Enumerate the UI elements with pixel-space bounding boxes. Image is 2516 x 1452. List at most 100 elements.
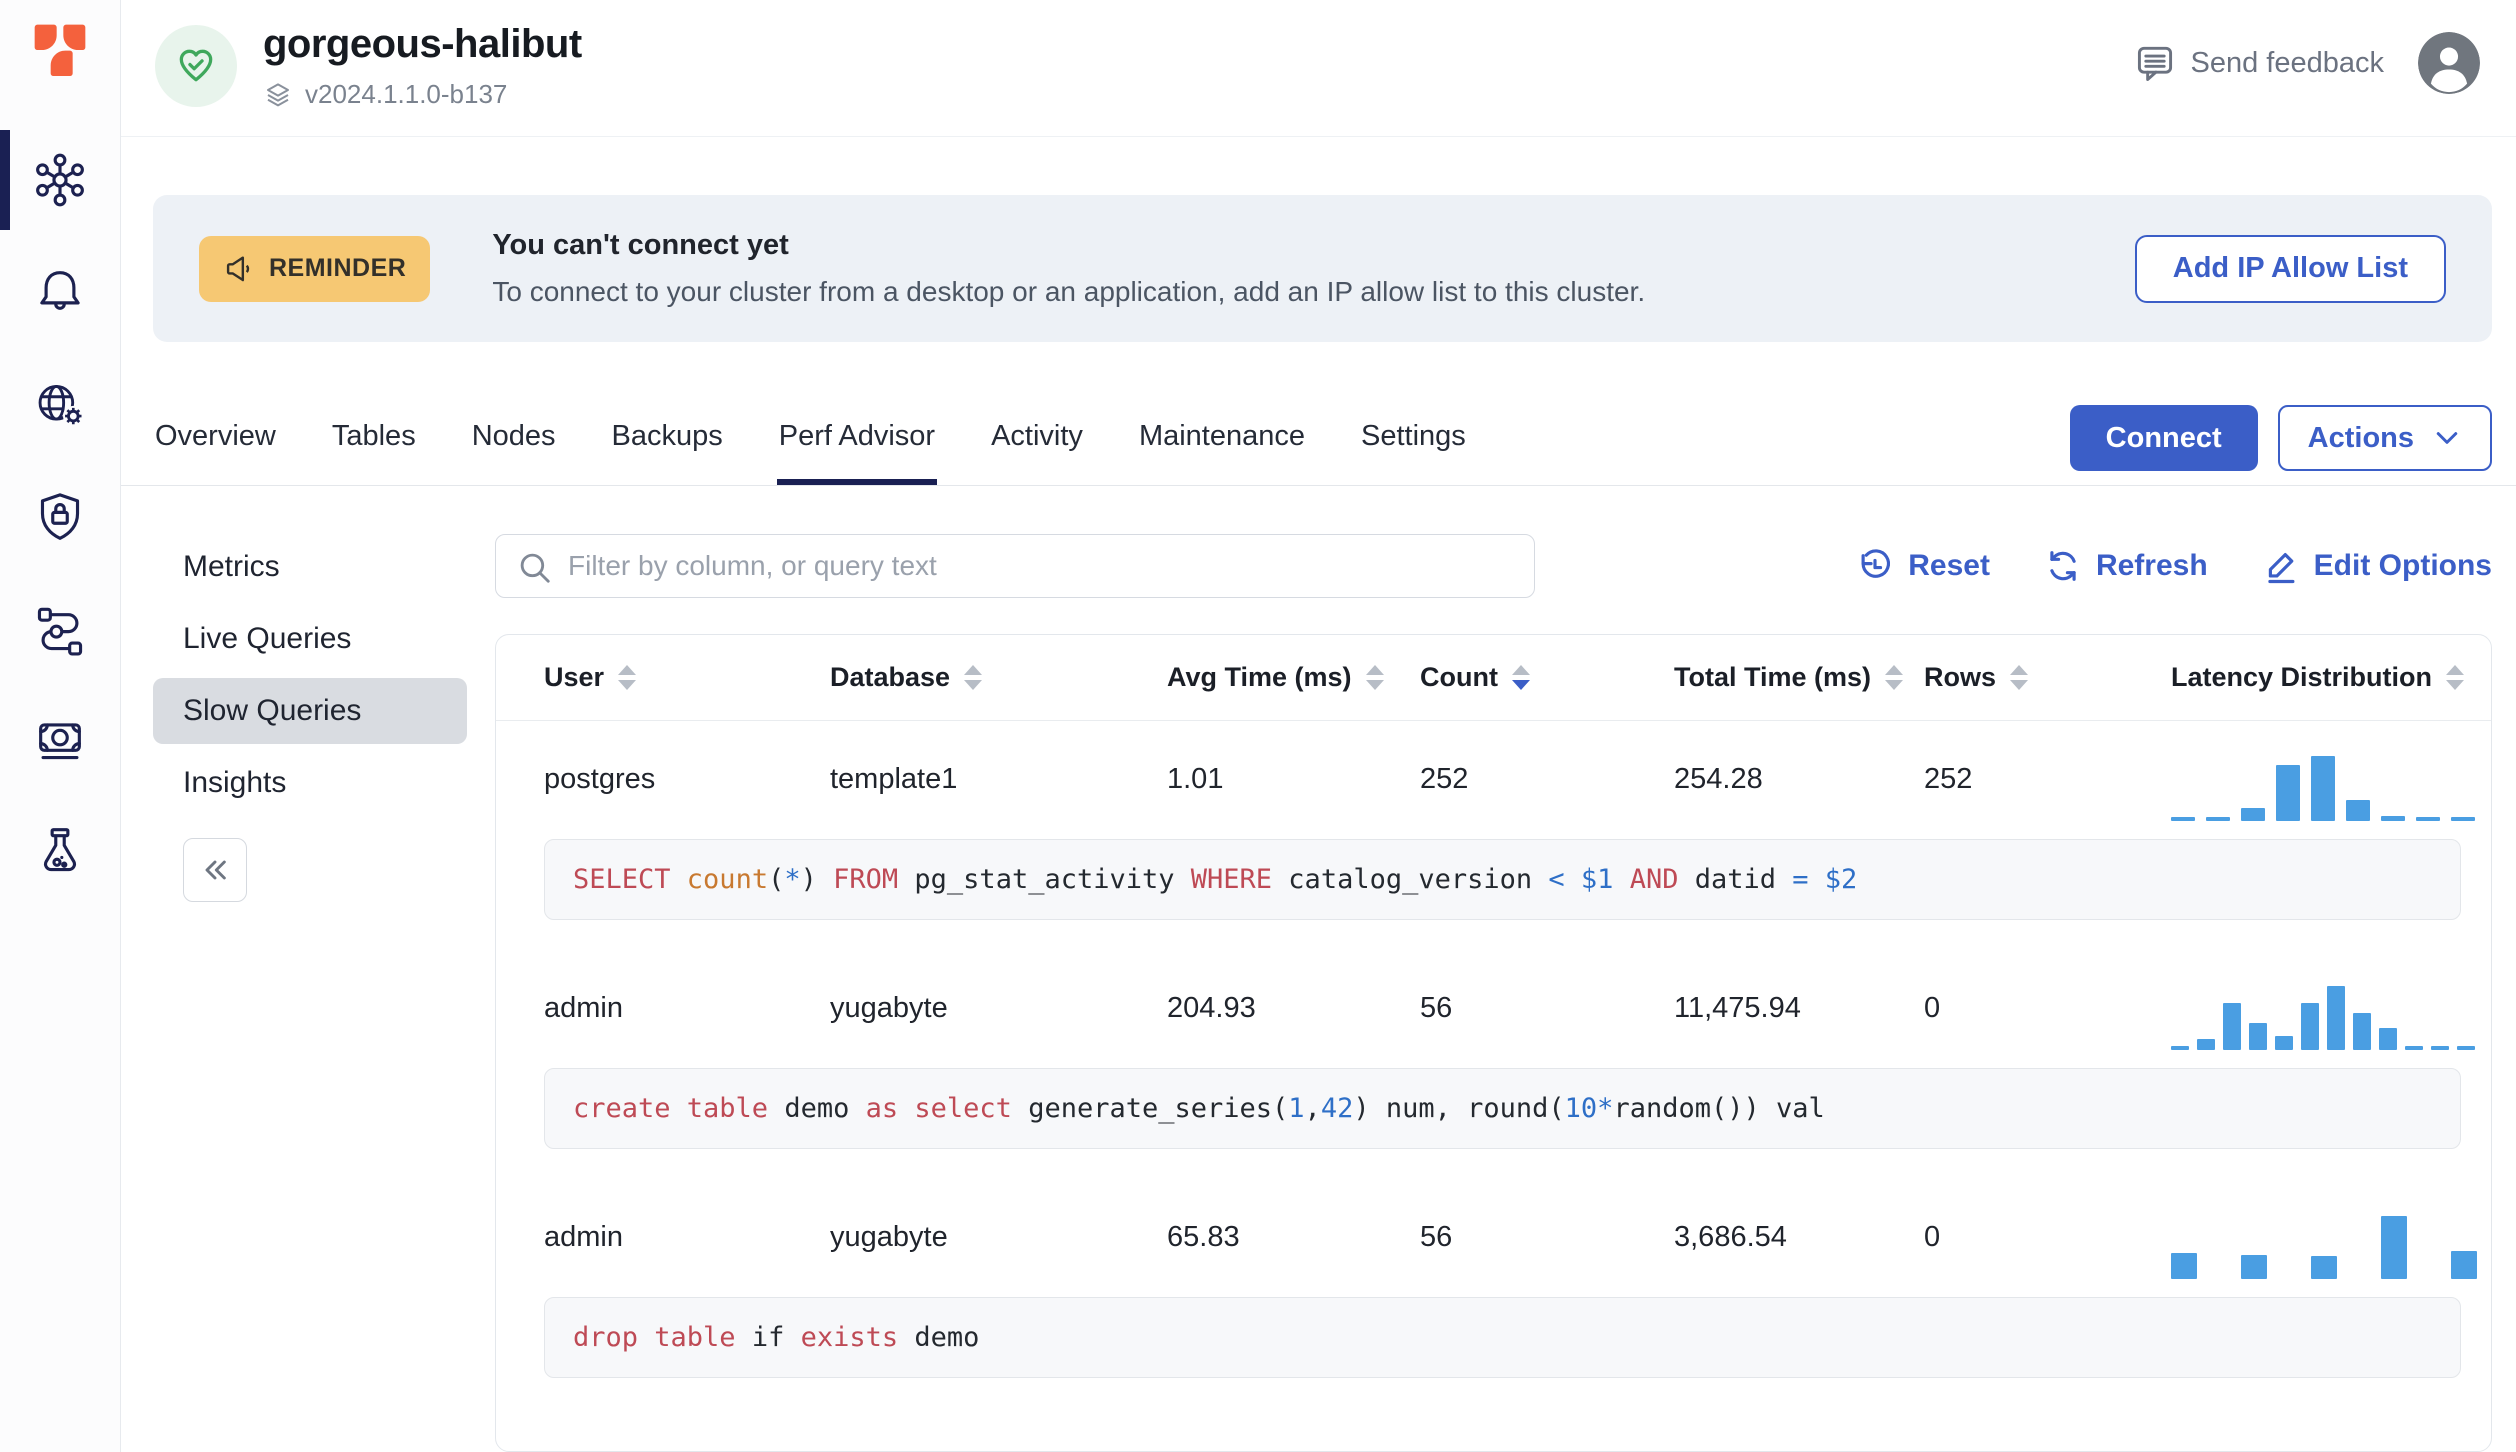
actions-dropdown-button[interactable]: Actions <box>2277 405 2492 471</box>
cell-avg_time: 1.01 <box>1167 762 1224 795</box>
tab-backups[interactable]: Backups <box>610 402 725 485</box>
sort-icon[interactable] <box>1511 665 1530 690</box>
cell-rows: 0 <box>1924 991 1941 1024</box>
filter-input[interactable] <box>495 534 1535 598</box>
histogram-bar <box>2431 1046 2449 1050</box>
cell-rows: 252 <box>1924 762 1973 795</box>
histogram-bar <box>2206 817 2230 821</box>
column-header-avg-time-ms[interactable]: Avg Time (ms) <box>1167 662 1420 693</box>
billing-icon <box>39 723 81 760</box>
histogram-bar <box>2311 756 2335 821</box>
histogram-bar <box>2301 1003 2319 1050</box>
globe-gear-icon <box>38 385 84 427</box>
chevrons-left-icon <box>205 860 226 880</box>
bell-icon <box>40 271 80 310</box>
cell-avg_time: 204.93 <box>1167 991 1256 1024</box>
histogram-bar <box>2379 1028 2397 1050</box>
cell-total_time: 254.28 <box>1674 762 1763 795</box>
cell-rows: 0 <box>1924 1220 1941 1253</box>
cell-database: yugabyte <box>830 1220 948 1253</box>
histogram-bar <box>2346 800 2370 821</box>
query-text: drop table if exists demo <box>544 1297 2461 1378</box>
histogram-bar <box>2197 1039 2215 1050</box>
tab-perf-advisor[interactable]: Perf Advisor <box>776 402 938 485</box>
histogram-bar <box>2457 1046 2475 1050</box>
cluster-health-badge <box>155 25 237 107</box>
sort-icon[interactable] <box>1885 665 1904 690</box>
reminder-banner: REMINDER You can't connect yet To connec… <box>153 195 2492 342</box>
histogram-bar <box>2171 1253 2197 1279</box>
histogram-bar <box>2381 816 2405 821</box>
route-icon <box>37 607 83 656</box>
app-sidebar <box>0 0 121 1452</box>
cluster-tabs: Overview Tables Nodes Backups Perf Advisor Ac… <box>121 402 2516 486</box>
histogram-bar <box>2451 1251 2477 1279</box>
cell-user: admin <box>544 991 623 1024</box>
slow-queries-toolbar: Reset Refresh Edit Options <box>495 534 2492 598</box>
tab-activity[interactable]: Activity <box>989 402 1085 485</box>
cluster-network-icon <box>36 153 84 207</box>
tab-maintenance[interactable]: Maintenance <box>1137 402 1307 485</box>
sort-icon[interactable] <box>618 665 637 690</box>
cell-avg_time: 65.83 <box>1167 1220 1240 1253</box>
query-text: SELECT count(*) FROM pg_stat_activity WH… <box>544 839 2461 920</box>
subnav-item-insights[interactable]: Insights <box>153 750 467 816</box>
cell-total_time: 3,686.54 <box>1674 1220 1787 1253</box>
sidebar-item-alerts[interactable] <box>0 236 120 348</box>
histogram-bar <box>2249 1023 2267 1050</box>
user-avatar[interactable] <box>2418 32 2480 94</box>
refresh-button[interactable]: Refresh <box>2044 547 2208 585</box>
sidebar-item-network[interactable] <box>0 348 120 460</box>
sidebar-item-labs[interactable] <box>0 796 120 908</box>
latency-histogram <box>2171 1179 2491 1295</box>
tab-nodes[interactable]: Nodes <box>470 402 558 485</box>
histogram-bar <box>2451 817 2475 821</box>
column-header-total-time-ms[interactable]: Total Time (ms) <box>1674 662 1924 693</box>
cluster-version: v2024.1.1.0-b137 <box>305 79 508 109</box>
cell-total_time: 11,475.94 <box>1674 991 1801 1024</box>
send-feedback-button[interactable]: Send feedback <box>2133 41 2384 85</box>
chevron-down-icon <box>2436 432 2458 444</box>
sort-icon[interactable] <box>1365 665 1384 690</box>
column-header-user[interactable]: User <box>544 662 830 693</box>
tab-settings[interactable]: Settings <box>1359 402 1468 485</box>
table-row: postgres template1 1.01 252 254.28 252 <box>496 721 2491 837</box>
yugabyte-logo-icon[interactable] <box>28 18 92 82</box>
histogram-bar <box>2275 1036 2293 1050</box>
subnav-item-live-queries[interactable]: Live Queries <box>153 606 467 672</box>
add-ip-allow-list-button[interactable]: Add IP Allow List <box>2134 234 2446 303</box>
column-header-database[interactable]: Database <box>830 662 1167 693</box>
sort-icon[interactable] <box>2010 665 2029 690</box>
banner-title: You can't connect yet <box>492 229 789 261</box>
perf-advisor-subnav: Metrics Live Queries Slow Queries Insights <box>153 534 495 1452</box>
latency-histogram <box>2171 721 2491 837</box>
sidebar-item-security[interactable] <box>0 460 120 572</box>
collapse-sidebar-button[interactable] <box>183 838 247 902</box>
tab-overview[interactable]: Overview <box>153 402 278 485</box>
megaphone-icon <box>226 255 250 281</box>
tab-tables[interactable]: Tables <box>330 402 418 485</box>
sidebar-item-clusters[interactable] <box>0 124 120 236</box>
column-header-rows[interactable]: Rows <box>1924 662 2171 693</box>
connect-button[interactable]: Connect <box>2069 405 2258 471</box>
histogram-bar <box>2171 817 2195 821</box>
column-header-count[interactable]: Count <box>1420 662 1674 693</box>
histogram-bar <box>2381 1216 2407 1279</box>
layers-icon <box>267 82 289 106</box>
table-row: admin yugabyte 65.83 56 3,686.54 0 <box>496 1179 2491 1295</box>
subnav-item-metrics[interactable]: Metrics <box>153 534 467 600</box>
sidebar-item-billing[interactable] <box>0 684 120 796</box>
sort-icon[interactable] <box>2446 665 2465 690</box>
latency-histogram <box>2171 950 2491 1066</box>
subnav-item-slow-queries[interactable]: Slow Queries <box>153 678 467 744</box>
cell-database: yugabyte <box>830 991 948 1024</box>
histogram-bar <box>2416 817 2440 821</box>
histogram-bar <box>2327 986 2345 1050</box>
column-header-latency-distribution[interactable]: Latency Distribution <box>2171 662 2491 693</box>
histogram-bar <box>2241 1255 2267 1279</box>
edit-options-button[interactable]: Edit Options <box>2262 547 2492 585</box>
reset-button[interactable]: Reset <box>1856 547 1990 585</box>
histogram-bar <box>2405 1046 2423 1050</box>
sidebar-item-integrations[interactable] <box>0 572 120 684</box>
sort-icon[interactable] <box>964 665 983 690</box>
